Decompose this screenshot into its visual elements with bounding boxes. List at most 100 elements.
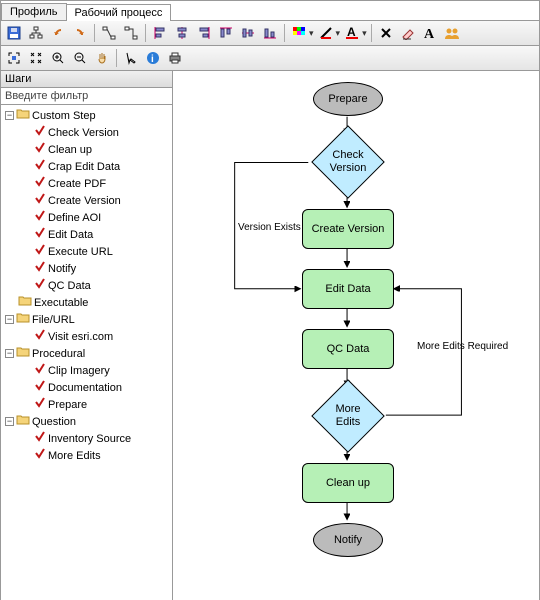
folder-icon	[18, 294, 32, 311]
tabs: Профиль Рабочий процесс	[1, 1, 539, 21]
tree-layout-icon[interactable]	[26, 23, 46, 43]
tree-item[interactable]: Clip Imagery	[21, 362, 172, 379]
node-notify[interactable]: Notify	[313, 523, 383, 557]
fit-icon[interactable]	[4, 48, 24, 68]
zoom-out-icon[interactable]	[70, 48, 90, 68]
tree-item[interactable]: Edit Data	[21, 226, 172, 243]
redo-icon[interactable]	[70, 23, 90, 43]
font-icon[interactable]: A	[420, 23, 440, 43]
pan-icon[interactable]	[92, 48, 112, 68]
align-left-icon[interactable]	[150, 23, 170, 43]
node-clean-up[interactable]: Clean up	[302, 463, 394, 503]
tree-item[interactable]: Crap Edit Data	[21, 158, 172, 175]
check-icon	[34, 362, 46, 379]
check-icon	[34, 277, 46, 294]
info-icon[interactable]: i	[143, 48, 163, 68]
tree-item-label: Check Version	[48, 125, 119, 141]
tree-item-label: Execute URL	[48, 244, 113, 260]
folder-icon	[16, 413, 30, 430]
tree-item[interactable]: More Edits	[21, 447, 172, 464]
connector-ortho-icon[interactable]	[121, 23, 141, 43]
tree-item-label: Edit Data	[48, 227, 93, 243]
font-color-icon[interactable]: A	[342, 23, 362, 43]
tree-item[interactable]: Inventory Source	[21, 430, 172, 447]
undo-icon[interactable]	[48, 23, 68, 43]
tab-profile[interactable]: Профиль	[1, 3, 67, 20]
align-bottom-icon[interactable]	[260, 23, 280, 43]
node-qc-data[interactable]: QC Data	[302, 329, 394, 369]
edge-label-more-edits: More Edits Required	[417, 341, 508, 352]
node-more-edits[interactable]: More Edits	[310, 389, 386, 443]
tree-folder-label: Procedural	[32, 346, 85, 362]
tree-folder[interactable]: − Question	[5, 413, 172, 430]
tree-item[interactable]: Create PDF	[21, 175, 172, 192]
dropdown-arrow-icon[interactable]: ▾	[309, 28, 314, 39]
node-create-version[interactable]: Create Version	[302, 209, 394, 249]
tree-item[interactable]: Prepare	[21, 396, 172, 413]
tree-item[interactable]: Notify	[21, 260, 172, 277]
align-right-icon[interactable]	[194, 23, 214, 43]
node-edit-data[interactable]: Edit Data	[302, 269, 394, 309]
steps-tree: −Custom StepCheck VersionClean upCrap Ed…	[1, 105, 172, 600]
dropdown-arrow-icon[interactable]: ▾	[362, 28, 367, 39]
tree-folder[interactable]: −Custom Step	[5, 107, 172, 124]
node-label: Prepare	[328, 93, 367, 106]
tree-folder-label: Question	[32, 414, 76, 430]
tree-item-label: Define AOI	[48, 210, 101, 226]
align-middle-icon[interactable]	[238, 23, 258, 43]
users-icon[interactable]	[442, 23, 462, 43]
full-extent-icon[interactable]	[26, 48, 46, 68]
workflow-canvas[interactable]: Prepare Check Version Create Version Edi…	[173, 71, 539, 600]
fill-color-icon[interactable]	[289, 23, 309, 43]
node-prepare[interactable]: Prepare	[313, 82, 383, 116]
tree-item[interactable]: QC Data	[21, 277, 172, 294]
toolbar-separator	[94, 24, 95, 42]
tree-item-label: Notify	[48, 261, 76, 277]
check-icon	[34, 226, 46, 243]
delete-icon[interactable]	[376, 23, 396, 43]
tab-workflow[interactable]: Рабочий процесс	[66, 4, 172, 21]
check-icon	[34, 175, 46, 192]
tree-item[interactable]: Define AOI	[21, 209, 172, 226]
collapse-icon[interactable]: −	[5, 315, 14, 324]
folder-icon	[16, 107, 30, 124]
tree-item-label: Create Version	[48, 193, 121, 209]
tree-folder[interactable]: − Procedural	[5, 345, 172, 362]
tree-item[interactable]: Check Version	[21, 124, 172, 141]
tree-item[interactable]: Create Version	[21, 192, 172, 209]
tree-item-label: Documentation	[48, 380, 122, 396]
tree-folder[interactable]: Executable	[5, 294, 172, 311]
collapse-icon[interactable]: −	[5, 111, 14, 120]
check-icon	[34, 158, 46, 175]
line-color-icon[interactable]	[316, 23, 336, 43]
tree-item[interactable]: Documentation	[21, 379, 172, 396]
check-icon	[34, 447, 46, 464]
connector-straight-icon[interactable]	[99, 23, 119, 43]
steps-panel-title: Шаги	[1, 71, 172, 88]
toolbar-separator	[116, 49, 117, 67]
tree-item-label: Clean up	[48, 142, 92, 158]
tree-folder[interactable]: −File/URL	[5, 311, 172, 328]
node-check-version[interactable]: Check Version	[310, 135, 386, 189]
toolbar-separator	[145, 24, 146, 42]
collapse-icon[interactable]: −	[5, 417, 14, 426]
save-icon[interactable]	[4, 23, 24, 43]
align-center-icon[interactable]	[172, 23, 192, 43]
tree-item[interactable]: Clean up	[21, 141, 172, 158]
tree-item[interactable]: Visit esri.com	[21, 328, 172, 345]
dropdown-arrow-icon[interactable]: ▾	[336, 28, 341, 39]
select-icon[interactable]	[121, 48, 141, 68]
align-top-icon[interactable]	[216, 23, 236, 43]
tree-item-label: Crap Edit Data	[48, 159, 120, 175]
collapse-icon[interactable]: −	[5, 349, 14, 358]
clear-format-icon[interactable]	[398, 23, 418, 43]
tree-item[interactable]: Execute URL	[21, 243, 172, 260]
steps-panel: Шаги Введите фильтр −Custom StepCheck Ve…	[1, 71, 173, 600]
tree-folder-label: Executable	[34, 295, 88, 311]
print-icon[interactable]	[165, 48, 185, 68]
filter-input[interactable]: Введите фильтр	[1, 88, 172, 105]
tree-item-label: Create PDF	[48, 176, 106, 192]
zoom-in-icon[interactable]	[48, 48, 68, 68]
node-label: Clean up	[326, 477, 370, 490]
node-label: Create Version	[312, 223, 385, 236]
